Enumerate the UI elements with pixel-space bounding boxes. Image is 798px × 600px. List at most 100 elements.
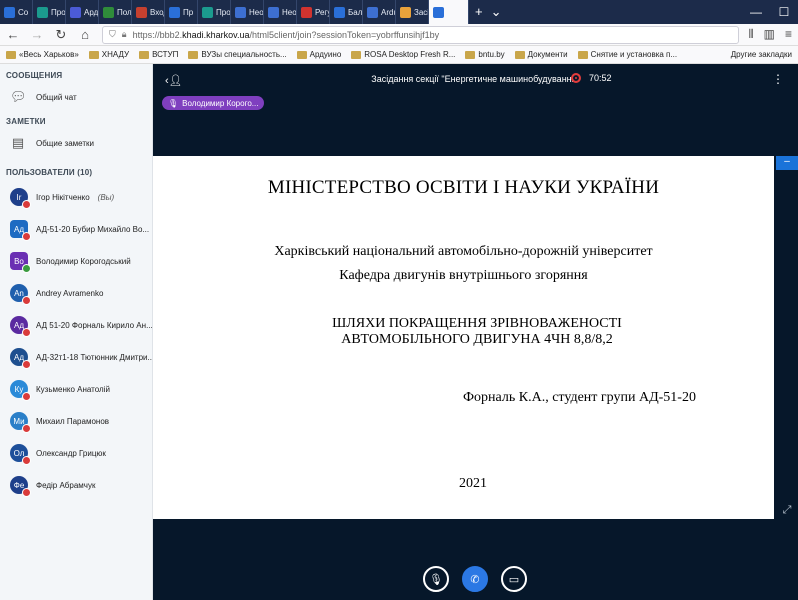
tab-favicon-icon [4, 6, 15, 18]
bookmark-item[interactable]: Снятие и установка п... [577, 50, 677, 59]
mute-microphone-button[interactable]: 🎙︎ [423, 566, 449, 592]
sidebar-icon[interactable]: ▥ [764, 27, 775, 42]
user-list-item[interactable]: An Andrey Avramenko [0, 277, 152, 309]
user-list-item[interactable]: Ол Олександр Грицюк [0, 437, 152, 469]
mic-status-icon [22, 264, 31, 273]
lock-icon[interactable]: 🔒︎ [122, 29, 127, 40]
folder-icon [139, 50, 150, 59]
user-list-item[interactable]: Ку Кузьменко Анатолій [0, 373, 152, 405]
shield-icon[interactable]: ⛉ [109, 29, 116, 40]
tab-list-icon[interactable]: ⌄ [491, 0, 502, 24]
avatar-initials: Ад [13, 320, 24, 330]
user-list-item[interactable]: Ми Михаил Парамонов [0, 405, 152, 437]
avatar: Ку [10, 380, 31, 401]
bookmark-item[interactable]: ВСТУП [139, 50, 178, 59]
mic-status-icon [22, 200, 31, 209]
user-list: Ir Ігор Нікітченко (Вы) Ад АД-51-20 Бубир Ми… [0, 181, 152, 501]
webcam-off-icon: ▭ [508, 573, 520, 586]
browser-tab[interactable]: Пр [165, 0, 198, 24]
users-section-title: ПОЛЬЗОВАТЕЛИ (10) [6, 168, 93, 177]
mic-status-icon [22, 488, 31, 497]
user-name: АД 51-20 Форналь Кирило Ан... [36, 320, 152, 330]
user-list-item[interactable]: Фе Федір Абрамчук [0, 469, 152, 501]
forward-icon[interactable]: → [30, 27, 44, 42]
options-menu-icon[interactable]: ⋮ [772, 72, 784, 86]
avatar: Ir [10, 188, 31, 209]
bookmark-item[interactable]: bntu.by [465, 50, 505, 59]
bookmark-label: ROSA Desktop Fresh R... [364, 50, 456, 59]
browser-tab[interactable]: Arduin [363, 0, 396, 24]
avatar: Ол [10, 444, 31, 465]
user-list-item[interactable]: Ад АД-32т1-18 Тютюнник Дмитри... [0, 341, 152, 373]
address-bar[interactable]: ⛉ 🔒︎ https://bbb2.khadi.kharkov.ua/html5… [102, 25, 739, 44]
library-icon[interactable]: ⫴ [749, 27, 754, 42]
bookmark-item[interactable]: ROSA Desktop Fresh R... [351, 50, 455, 59]
back-icon[interactable]: ← [6, 27, 20, 42]
user-list-item[interactable]: Ir Ігор Нікітченко (Вы) [0, 181, 152, 213]
bookmark-item[interactable]: Ардуино [296, 50, 342, 59]
browser-tab[interactable] [429, 0, 469, 24]
share-webcam-button[interactable]: ▭ [501, 566, 527, 592]
new-tab-button[interactable]: + [475, 0, 483, 24]
folder-icon [577, 50, 588, 59]
browser-tab[interactable]: Прог [198, 0, 231, 24]
folder-icon [465, 50, 476, 59]
user-list-item[interactable]: Ад АД-51-20 Бубир Михайло Во... [0, 213, 152, 245]
recording-indicator[interactable]: 70:52 [571, 73, 612, 83]
user-list-item[interactable]: Ад АД 51-20 Форналь Кирило Ан... [0, 309, 152, 341]
browser-tab[interactable]: Регул [297, 0, 330, 24]
browser-tab[interactable]: Со [0, 0, 33, 24]
user-name: Олександр Грицюк [36, 448, 106, 458]
avatar-initials: Ir [16, 192, 22, 202]
browser-tab-bar: Со Прод Арду Поле Входя Пр Прог Неод Неод Регул Ба… [0, 0, 798, 24]
folder-icon [351, 50, 362, 59]
user-list-item[interactable]: Во Володимир Корогодський [0, 245, 152, 277]
minimize-window-icon[interactable]: — [742, 0, 770, 24]
navigation-bar: ← → ↻ ⌂ ⛉ 🔒︎ https://bbb2.khadi.kharkov.… [0, 24, 798, 46]
browser-tab[interactable]: Неод [231, 0, 264, 24]
user-name: Михаил Парамонов [36, 416, 110, 426]
browser-tab[interactable]: Засід [396, 0, 429, 24]
tab-favicon-icon [103, 6, 114, 18]
tab-favicon-icon [433, 6, 444, 18]
home-icon[interactable]: ⌂ [78, 27, 92, 42]
menu-icon[interactable]: ≡ [785, 27, 792, 42]
session-header: ‹👤︎ Засідання секції "Енергетичне машино… [153, 64, 798, 96]
browser-tab[interactable]: Неод [264, 0, 297, 24]
tab-label: Регул [315, 7, 329, 17]
user-name: Кузьменко Анатолій [36, 384, 110, 394]
bookmark-label: Ардуино [309, 50, 342, 59]
other-bookmarks[interactable]: Другие закладки [731, 50, 792, 59]
bookmark-item[interactable]: Документи [514, 50, 568, 59]
tab-label: Прог [216, 7, 231, 17]
notes-section-title: ЗАМЕТКИ [6, 117, 46, 126]
talking-user-name: Володимир Корого... [182, 98, 259, 108]
browser-tab[interactable]: Прод [33, 0, 66, 24]
bookmark-item[interactable]: ВУЗы специальность... [188, 50, 287, 59]
mic-status-icon [22, 232, 31, 241]
slide-department: Кафедра двигунів внутрішнього згоряння [339, 268, 588, 283]
tab-favicon-icon [334, 6, 345, 18]
shared-notes-label: Общие заметки [36, 138, 94, 148]
public-chat-item[interactable]: 💬︎ Общий чат [0, 84, 152, 110]
bookmark-item[interactable]: ХНАДУ [88, 50, 129, 59]
avatar: Во [10, 252, 31, 273]
tab-favicon-icon [70, 6, 81, 18]
bookmark-label: «Весь Харьков» [19, 50, 79, 59]
audio-button[interactable]: ✆ [462, 566, 488, 592]
bookmark-label: Документи [527, 50, 568, 59]
notes-icon: ▤ [11, 135, 25, 150]
tab-label: Арду [84, 7, 99, 17]
browser-tab[interactable]: Арду [66, 0, 99, 24]
browser-tab[interactable]: Поле [99, 0, 132, 24]
tab-favicon-icon [169, 6, 180, 18]
talking-indicator[interactable]: 🎙︎ Володимир Корого... [162, 96, 265, 110]
fullscreen-icon[interactable]: ⤢ [780, 504, 794, 518]
shared-notes-item[interactable]: ▤ Общие заметки [0, 130, 152, 156]
maximize-window-icon[interactable]: ☐ [770, 0, 798, 24]
bookmark-item[interactable]: «Весь Харьков» [6, 50, 79, 59]
browser-tab[interactable]: Балан [330, 0, 363, 24]
reload-icon[interactable]: ↻ [54, 27, 68, 43]
browser-tab[interactable]: Входя [132, 0, 165, 24]
minimize-presentation-button[interactable]: – [776, 156, 798, 170]
